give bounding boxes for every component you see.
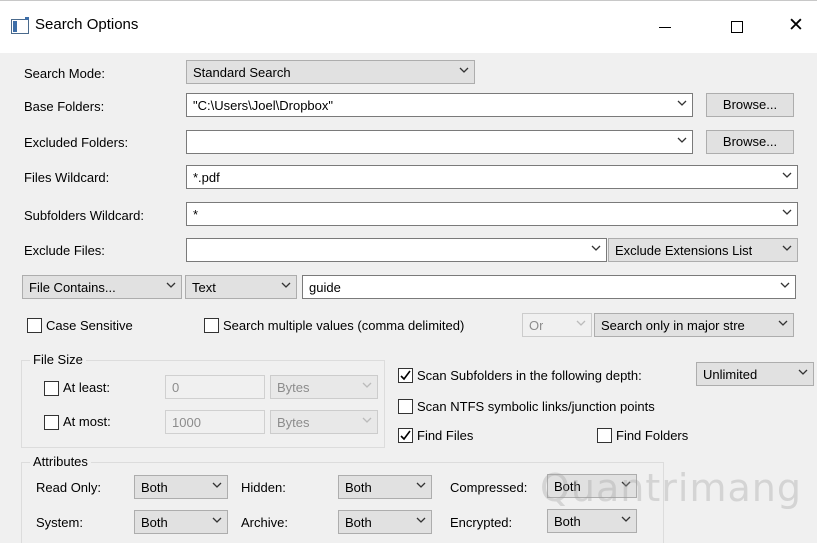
title-bar[interactable]: Search Options ✕: [0, 1, 817, 53]
excluded-folders-label: Excluded Folders:: [24, 135, 129, 150]
chevron-down-icon: [166, 282, 176, 288]
chevron-down-icon: [782, 172, 792, 178]
scan-subfolders-checkbox[interactable]: [398, 368, 413, 383]
at-least-unit-select[interactable]: Bytes: [270, 375, 378, 399]
hidden-label: Hidden:: [241, 480, 286, 495]
window-title: Search Options: [35, 16, 139, 33]
minimize-button[interactable]: [645, 9, 685, 45]
at-least-checkbox[interactable]: [44, 381, 59, 396]
search-options-window: Search Options ✕ Search Mode: Base Folde…: [0, 0, 817, 543]
exclude-files-label: Exclude Files:: [24, 243, 105, 258]
chevron-down-icon: [782, 209, 792, 215]
chevron-down-icon: [459, 67, 469, 73]
base-folders-input[interactable]: "C:\Users\Joel\Dropbox": [186, 93, 693, 117]
subfolders-wildcard-label: Subfolders Wildcard:: [24, 208, 144, 223]
search-mode-select[interactable]: Standard Search: [186, 60, 475, 84]
at-least-input[interactable]: 0: [165, 375, 265, 399]
find-files-checkbox[interactable]: [398, 428, 413, 443]
scan-ntfs-checkbox[interactable]: [398, 399, 413, 414]
chevron-down-icon: [677, 100, 687, 106]
browse-excluded-button[interactable]: Browse...: [706, 130, 794, 154]
hidden-select[interactable]: Both: [338, 475, 432, 499]
contains-value-input[interactable]: guide: [302, 275, 796, 299]
chevron-down-icon: [212, 517, 222, 523]
search-multiple-checkbox[interactable]: [204, 318, 219, 333]
at-most-unit-select[interactable]: Bytes: [270, 410, 378, 434]
maximize-button[interactable]: [716, 9, 756, 45]
at-most-label: At most:: [63, 414, 111, 429]
scan-depth-select[interactable]: Unlimited: [696, 362, 814, 386]
app-icon: [11, 17, 29, 34]
files-wildcard-label: Files Wildcard:: [24, 170, 110, 185]
chevron-down-icon: [621, 516, 631, 522]
find-files-label: Find Files: [417, 428, 474, 443]
chevron-down-icon: [362, 382, 372, 388]
chevron-down-icon: [416, 482, 426, 488]
watermark: Quantrimang: [540, 466, 802, 510]
archive-label: Archive:: [241, 515, 288, 530]
at-least-label: At least:: [63, 380, 110, 395]
read-only-label: Read Only:: [36, 480, 102, 495]
chevron-down-icon: [591, 245, 601, 251]
chevron-down-icon: [798, 369, 808, 375]
scan-ntfs-label: Scan NTFS symbolic links/junction points: [417, 399, 655, 414]
chevron-down-icon: [281, 282, 291, 288]
files-wildcard-input[interactable]: *.pdf: [186, 165, 798, 189]
chevron-down-icon: [212, 482, 222, 488]
case-sensitive-checkbox[interactable]: [27, 318, 42, 333]
chevron-down-icon: [677, 137, 687, 143]
contains-type-select[interactable]: Text: [185, 275, 297, 299]
base-folders-label: Base Folders:: [24, 99, 105, 114]
search-multiple-label: Search multiple values (comma delimited): [223, 318, 465, 333]
system-label: System:: [36, 515, 83, 530]
checkmark-icon: [400, 430, 411, 441]
file-size-title: File Size: [30, 352, 86, 367]
close-icon: ✕: [788, 14, 804, 36]
subfolders-wildcard-input[interactable]: *: [186, 202, 798, 226]
exclude-type-select[interactable]: Exclude Extensions List: [608, 238, 798, 262]
chevron-down-icon: [782, 245, 792, 251]
at-most-input[interactable]: 1000: [165, 410, 265, 434]
chevron-down-icon: [362, 417, 372, 423]
excluded-folders-input[interactable]: [186, 130, 693, 154]
close-button[interactable]: ✕: [776, 9, 816, 45]
file-contains-select[interactable]: File Contains...: [22, 275, 182, 299]
chevron-down-icon: [576, 320, 586, 326]
chevron-down-icon: [778, 320, 788, 326]
stream-mode-select[interactable]: Search only in major stre: [594, 313, 794, 337]
system-select[interactable]: Both: [134, 510, 228, 534]
operator-select[interactable]: Or: [522, 313, 592, 337]
encrypted-select[interactable]: Both: [547, 509, 637, 533]
archive-select[interactable]: Both: [338, 510, 432, 534]
encrypted-label: Encrypted:: [450, 515, 513, 530]
browse-base-button[interactable]: Browse...: [706, 93, 794, 117]
attributes-title: Attributes: [30, 454, 91, 469]
compressed-label: Compressed:: [450, 480, 528, 495]
find-folders-checkbox[interactable]: [597, 428, 612, 443]
read-only-select[interactable]: Both: [134, 475, 228, 499]
exclude-files-input[interactable]: [186, 238, 607, 262]
at-most-checkbox[interactable]: [44, 415, 59, 430]
find-folders-label: Find Folders: [616, 428, 689, 443]
file-size-group: [21, 360, 385, 448]
chevron-down-icon: [416, 517, 426, 523]
chevron-down-icon: [780, 282, 790, 288]
case-sensitive-label: Case Sensitive: [46, 318, 133, 333]
scan-subfolders-label: Scan Subfolders in the following depth:: [417, 368, 642, 383]
checkmark-icon: [400, 370, 411, 381]
search-mode-label: Search Mode:: [24, 66, 105, 81]
